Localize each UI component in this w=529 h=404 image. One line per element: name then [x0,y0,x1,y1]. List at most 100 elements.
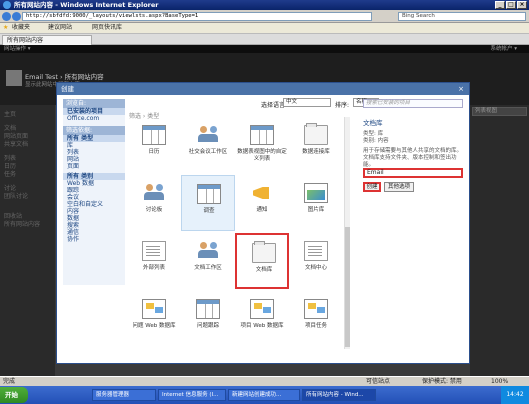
filter-category-item[interactable]: 数据 [63,215,125,222]
filter-all-categories[interactable]: 所有 类别 [63,173,125,180]
filter-category-item[interactable]: 搜索 [63,222,125,229]
site-actions-label[interactable]: 网站操作 ▾ [4,46,31,52]
filter-category-item[interactable]: 协作 [63,236,125,243]
nav-item[interactable]: 团队讨论 [4,191,28,200]
create-button[interactable]: 创建 [363,182,381,192]
close-icon[interactable]: × [457,85,465,93]
window-title: 所有网站内容 - Windows Internet Explorer [14,1,159,9]
user-menu[interactable]: 系统帐户 ▾ [490,45,517,53]
tile-label: 数据表视图中的自定义列表 [237,149,287,162]
tab-all-site-content[interactable]: 所有网站内容 [2,35,92,45]
start-button[interactable]: 开始 [0,387,28,403]
tile-document-workspace[interactable]: 文档工作区 [181,233,235,289]
scrollbar-thumb[interactable] [345,227,350,347]
filter-category-item[interactable]: 内容 [63,208,125,215]
tile-label: 文档中心 [304,265,327,271]
people-icon [196,241,220,261]
tile-label: 项目任务 [304,323,327,329]
favorites-star-icon[interactable]: ★ [3,23,8,33]
tile-label: 问题跟踪 [196,323,219,329]
nav-item[interactable]: 主页 [4,109,16,118]
address-input[interactable]: http://sbfdfd:9000/_layouts/viewlsts.asp… [22,12,372,21]
tile-datasheet-list[interactable]: 数据表视图中的自定义列表 [235,117,289,173]
search-input[interactable]: Bing Search [398,12,526,21]
browse-installed[interactable]: 已安装的项目 [63,108,125,115]
back-icon[interactable] [2,12,11,21]
tile-announcements[interactable]: 通知 [235,175,289,231]
tile-projects-web-database[interactable]: 项目 Web 数据库 [235,291,289,347]
calendar-icon [142,125,166,145]
tab-bar: 所有网站内容 [0,34,529,45]
nav-item[interactable]: 共享文档 [4,139,28,148]
people-icon [196,125,220,145]
task-all-site-content[interactable]: 所有网站内容 - Wind... [302,389,376,401]
nav-item[interactable]: 任务 [4,169,16,178]
template-scrollbar[interactable] [344,117,350,349]
filter-category-item[interactable]: 空白和自定义 [63,201,125,208]
nav-item[interactable]: 所有网站内容 [4,219,40,228]
description-type: 类型: 库 [363,131,384,137]
more-options-button[interactable]: 其他选项 [384,182,414,192]
tile-calendar[interactable]: 日历 [127,117,181,173]
language-select[interactable]: 中文 [283,98,331,107]
forward-icon[interactable] [12,12,21,21]
tile-document-library[interactable]: 文档库 [235,233,289,289]
tile-label: 数据连接库 [302,149,330,155]
tile-issues-web-database[interactable]: 问题 Web 数据库 [127,291,181,347]
tile-external-list[interactable]: 外部列表 [127,233,181,289]
folder-icon [304,123,328,145]
filter-category-item[interactable]: 通信 [63,229,125,236]
discussion-icon [142,183,166,203]
dialog-title: 创建 [57,83,469,95]
board-icon [250,299,274,319]
tile-project-tasks[interactable]: 项目任务 [289,291,343,347]
filter-category-item[interactable]: 会议 [63,194,125,201]
installed-search-input[interactable]: 搜索已安装的项目 [363,99,463,108]
close-window-button[interactable]: × [517,1,527,9]
filter-all-types[interactable]: 所有 类型 [63,135,125,142]
description-title: 文档库 [363,119,383,127]
task-iis-manager[interactable]: Internet 信息服务 (I... [158,389,226,401]
tile-data-connection-library[interactable]: 数据连接库 [289,117,343,173]
tile-label: 日历 [148,149,160,155]
address-bar-row: http://sbfdfd:9000/_layouts/viewlsts.asp… [0,10,529,23]
taskbar-clock: 14:42 [501,386,529,404]
filter-panel: 浏览自: 已安装的项目 Office.com 筛选依据: 所有 类型 库 列表 … [63,99,125,285]
description-panel: 搜索已安装的项目 文档库 类型: 库 类别: 内容 用于存储需要与其他人共享的文… [363,99,463,169]
favorites-label[interactable]: 收藏夹 [12,23,30,33]
filter-type-item[interactable]: 列表 [63,149,125,156]
tile-label: 社交会议工作区 [188,149,228,155]
tile-label: 文档库 [255,267,273,273]
description-text: 用于存储需要与其他人共享的文档的库。文档库支持文件夹、版本控制和签出功能。 [363,148,463,168]
tile-issue-tracking[interactable]: 问题跟踪 [181,291,235,347]
taskbar: 开始 服务器管理器 Internet 信息服务 (I... 新建网站创建成功..… [0,386,529,404]
maximize-button[interactable]: □ [506,1,516,9]
create-dialog: 创建 × 浏览自: 已安装的项目 Office.com 筛选依据: 所有 类型 … [56,82,470,364]
browse-header: 浏览自: [63,99,125,108]
filter-category-item[interactable]: Web 数据 [63,180,125,187]
tile-picture-library[interactable]: 图片库 [289,175,343,231]
tile-document-center[interactable]: 文档中心 [289,233,343,289]
task-server-manager[interactable]: 服务器管理器 [92,389,156,401]
filter-type-item[interactable]: 页面 [63,163,125,170]
list-view-control[interactable]: 列表视图 [472,107,527,116]
favorites-item-suggested[interactable]: 建议网站 [48,23,72,33]
library-name-input[interactable]: Email [363,168,463,178]
tile-survey[interactable]: 调查 [181,175,235,231]
task-new-site[interactable]: 新建网站创建成功... [228,389,300,401]
site-actions-menu[interactable]: 网站操作 ▾ 系统帐户 ▾ [0,45,529,53]
minimize-button[interactable]: _ [495,1,505,9]
browse-office-com[interactable]: Office.com [63,115,125,122]
external-list-icon [142,241,166,261]
tile-label: 外部列表 [142,265,165,271]
ribbon-right-area: 列表视图 [470,105,529,385]
filter-category-item[interactable]: 跟踪 [63,187,125,194]
filter-type-item[interactable]: 库 [63,142,125,149]
tile-label: 图片库 [307,207,325,213]
window-controls: _ □ × [495,1,527,9]
tile-discussion-board[interactable]: 讨论板 [127,175,181,231]
board-icon [304,299,328,319]
favorites-item-slices[interactable]: 网页快讯库 [92,23,122,33]
filter-type-item[interactable]: 网站 [63,156,125,163]
tile-social-meeting[interactable]: 社交会议工作区 [181,117,235,173]
